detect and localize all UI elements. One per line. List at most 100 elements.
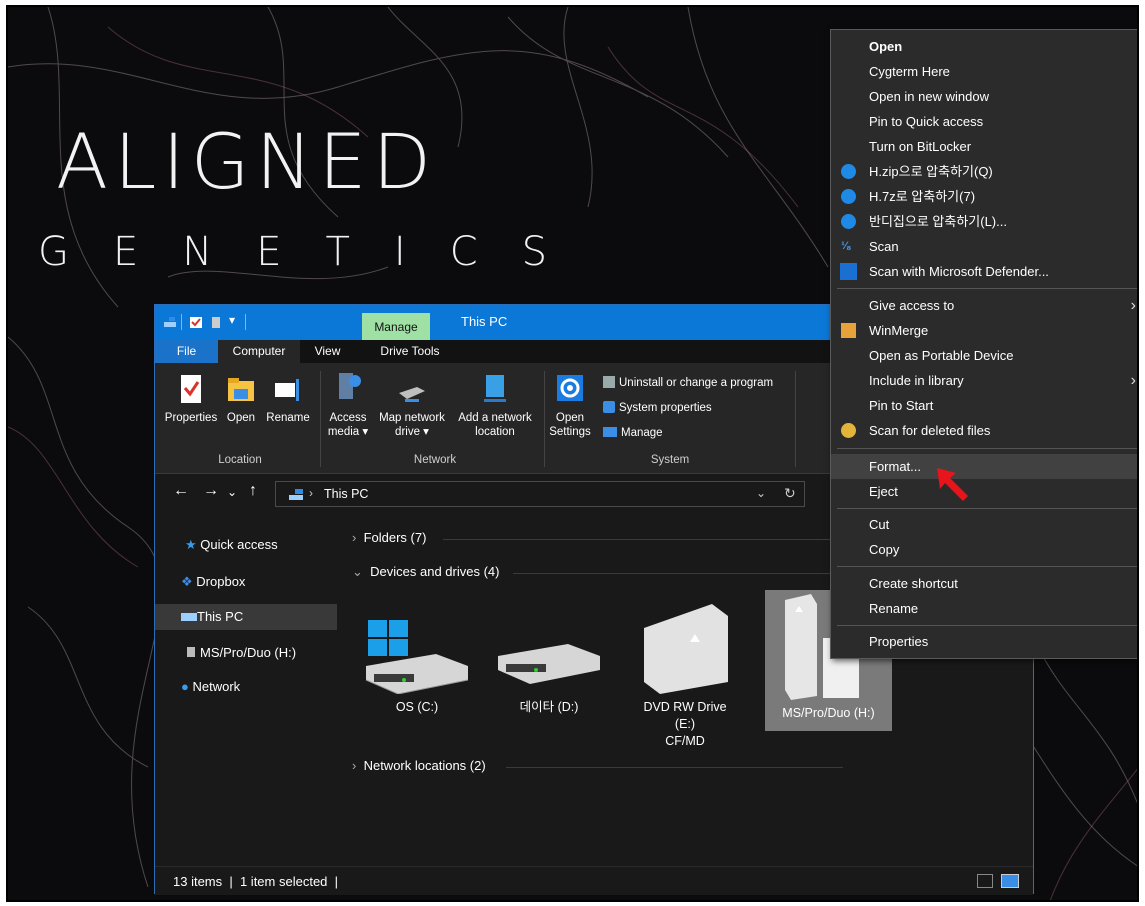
hard-drive-icon bbox=[498, 644, 600, 684]
rename-icon bbox=[275, 379, 299, 401]
status-bar: 13 items | 1 item selected | bbox=[155, 866, 1033, 895]
logo-subtitle: GENETICS bbox=[38, 229, 592, 275]
menu-label: Scan with Microsoft Defender... bbox=[869, 264, 1049, 279]
drive-c[interactable]: OS (C:) bbox=[362, 614, 472, 716]
manage-button[interactable]: Manage bbox=[603, 427, 663, 439]
menu-label: WinMerge bbox=[869, 323, 929, 338]
refresh-icon[interactable]: ↻ bbox=[784, 485, 796, 502]
menu-item-format[interactable]: Format... bbox=[831, 454, 1137, 479]
tab-manage-context[interactable]: Manage bbox=[362, 313, 430, 340]
ribbon-divider bbox=[544, 371, 545, 467]
ribbon-group-network: Network bbox=[413, 454, 457, 466]
menu-item-open-new-window[interactable]: Open in new window bbox=[831, 84, 1137, 109]
menu-item-cut[interactable]: Cut bbox=[831, 512, 1137, 537]
menu-label: Copy bbox=[869, 542, 900, 557]
nav-item-this-pc[interactable]: This PC bbox=[181, 604, 243, 630]
ribbon-group-system: System bbox=[650, 454, 690, 466]
large-icons-view-icon[interactable] bbox=[1001, 874, 1019, 888]
up-arrow-icon[interactable]: ↑ bbox=[249, 482, 257, 500]
menu-item-winmerge[interactable]: WinMerge bbox=[831, 318, 1137, 343]
nav-item-quick-access[interactable]: ★ Quick access bbox=[185, 532, 278, 558]
menu-item-defender[interactable]: Scan with Microsoft Defender... bbox=[831, 259, 1137, 284]
access-media-button[interactable]: Access media ▾ bbox=[325, 371, 371, 439]
menu-item-zip[interactable]: H.zip으로 압축하기(Q) bbox=[831, 159, 1137, 184]
tab-drive-tools[interactable]: Drive Tools bbox=[360, 340, 460, 363]
window-title: This PC bbox=[461, 314, 508, 329]
menu-separator bbox=[837, 566, 1137, 567]
drive-label: 데이타 (D:) bbox=[519, 700, 579, 714]
access-media-label-1: Access bbox=[329, 412, 367, 424]
properties-check-icon[interactable] bbox=[189, 316, 203, 329]
selected-count: 1 item selected bbox=[239, 874, 328, 889]
nav-item-network[interactable]: ● Network bbox=[181, 674, 240, 700]
menu-item-eject[interactable]: Eject bbox=[831, 479, 1137, 504]
properties-button[interactable]: Properties bbox=[163, 373, 219, 425]
menu-item-open[interactable]: Open bbox=[831, 34, 1137, 59]
drive-label: MS/Pro/Duo (H:) bbox=[782, 706, 875, 720]
address-dropdown-icon[interactable]: ⌄ bbox=[756, 486, 766, 500]
ribbon-group-location: Location bbox=[218, 454, 262, 466]
nav-item-dropbox[interactable]: ❖ Dropbox bbox=[181, 569, 245, 595]
expand-chevron-icon: › bbox=[352, 758, 357, 773]
quick-access-dropdown-icon[interactable]: ▾ bbox=[229, 313, 235, 327]
menu-label: Properties bbox=[869, 634, 929, 649]
add-network-location-button[interactable]: Add a network location bbox=[453, 371, 537, 439]
status-text: 13 items | 1 item selected | bbox=[173, 874, 339, 889]
group-folders[interactable]: › Folders (7) bbox=[352, 530, 426, 545]
map-network-label-1: Map network bbox=[379, 412, 445, 424]
properties-label: Properties bbox=[164, 412, 218, 424]
access-media-label-2: media ▾ bbox=[327, 426, 369, 438]
menu-label: H.zip으로 압축하기(Q) bbox=[869, 164, 993, 179]
group-devices[interactable]: ⌄ Devices and drives (4) bbox=[352, 564, 499, 580]
menu-item-include-library[interactable]: Include in library › bbox=[831, 368, 1137, 393]
address-input[interactable]: › This PC ⌄ ↻ bbox=[275, 481, 805, 507]
tab-file[interactable]: File bbox=[155, 340, 218, 363]
menu-item-scan-deleted[interactable]: Scan for deleted files bbox=[831, 418, 1137, 443]
menu-label: Pin to Start bbox=[869, 398, 934, 413]
menu-item-properties[interactable]: Properties bbox=[831, 629, 1137, 654]
nav-item-ms-drive[interactable]: MS/Pro/Duo (H:) bbox=[187, 640, 296, 666]
uninstall-program-button[interactable]: Uninstall or change a program bbox=[603, 376, 773, 389]
tab-view[interactable]: View bbox=[305, 340, 350, 363]
menu-item-pin-quick-access[interactable]: Pin to Quick access bbox=[831, 109, 1137, 134]
system-properties-icon bbox=[603, 401, 615, 413]
group-network-locations[interactable]: › Network locations (2) bbox=[352, 758, 486, 773]
nav-label: Quick access bbox=[200, 537, 278, 552]
open-button[interactable]: Open bbox=[223, 373, 259, 425]
details-view-icon[interactable] bbox=[977, 874, 993, 888]
menu-label: Cygterm Here bbox=[869, 64, 950, 79]
windows-drive-icon bbox=[365, 620, 469, 695]
menu-item-bandizip[interactable]: 반디집으로 압축하기(L)... bbox=[831, 209, 1137, 234]
menu-item-create-shortcut[interactable]: Create shortcut bbox=[831, 571, 1137, 596]
system-properties-button[interactable]: System properties bbox=[603, 401, 712, 414]
add-network-label-1: Add a network bbox=[458, 412, 532, 424]
drive-label-1: DVD RW Drive (E:) bbox=[643, 700, 727, 731]
network-location-icon bbox=[484, 375, 506, 402]
menu-label: Open as Portable Device bbox=[869, 348, 1014, 363]
open-settings-button[interactable]: Open Settings bbox=[547, 371, 593, 439]
map-network-drive-button[interactable]: Map network drive ▾ bbox=[373, 371, 451, 439]
this-pc-icon bbox=[164, 317, 176, 327]
tab-computer[interactable]: Computer bbox=[218, 340, 300, 363]
drive-d[interactable]: 데이타 (D:) bbox=[494, 634, 604, 716]
nav-label: MS/Pro/Duo (H:) bbox=[200, 645, 297, 660]
forward-arrow-icon[interactable]: → bbox=[203, 482, 219, 500]
menu-item-cygterm[interactable]: Cygterm Here bbox=[831, 59, 1137, 84]
recent-locations-chevron-icon[interactable]: ⌄ bbox=[227, 485, 237, 499]
menu-item-pin-start[interactable]: Pin to Start bbox=[831, 393, 1137, 418]
back-arrow-icon[interactable]: ← bbox=[173, 482, 189, 500]
menu-item-7z[interactable]: H.7z로 압축하기(7) bbox=[831, 184, 1137, 209]
menu-item-portable-device[interactable]: Open as Portable Device bbox=[831, 343, 1137, 368]
menu-item-give-access[interactable]: Give access to › bbox=[831, 293, 1137, 318]
submenu-chevron-icon: › bbox=[1130, 297, 1136, 314]
bandizip-icon bbox=[841, 214, 856, 229]
drive-e[interactable]: DVD RW Drive (E:) CF/MD bbox=[632, 598, 738, 750]
menu-label: Include in library bbox=[869, 373, 964, 388]
menu-item-scan[interactable]: ⅛ Scan bbox=[831, 234, 1137, 259]
menu-item-bitlocker[interactable]: Turn on BitLocker bbox=[831, 134, 1137, 159]
menu-item-rename[interactable]: Rename bbox=[831, 596, 1137, 621]
menu-item-copy[interactable]: Copy bbox=[831, 537, 1137, 562]
rename-button[interactable]: Rename bbox=[263, 373, 313, 425]
nav-label: This PC bbox=[197, 609, 244, 624]
new-folder-icon[interactable] bbox=[209, 316, 223, 329]
